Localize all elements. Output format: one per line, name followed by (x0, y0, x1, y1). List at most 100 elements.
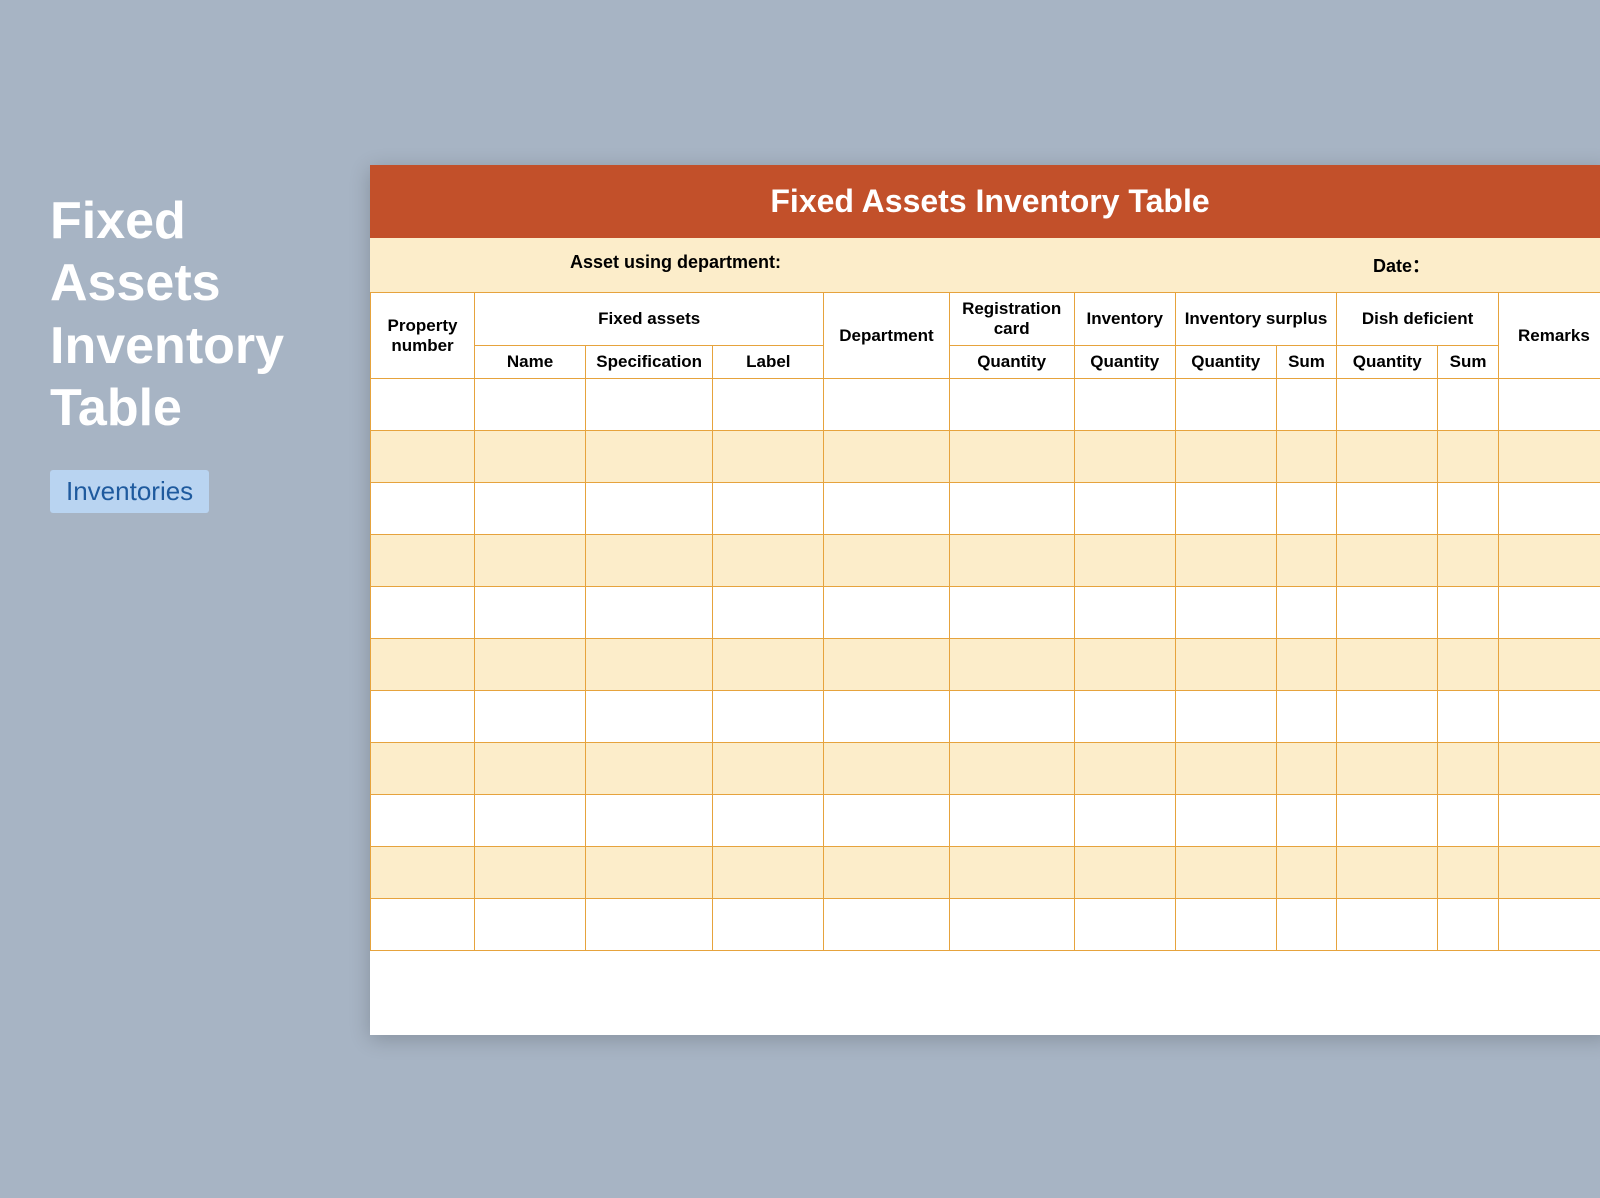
table-cell[interactable] (949, 795, 1074, 847)
table-cell[interactable] (713, 899, 824, 951)
table-cell[interactable] (1276, 795, 1337, 847)
table-cell[interactable] (824, 743, 949, 795)
table-cell[interactable] (713, 847, 824, 899)
table-cell[interactable] (824, 431, 949, 483)
table-cell[interactable] (586, 483, 713, 535)
table-cell[interactable] (1498, 795, 1600, 847)
table-cell[interactable] (586, 535, 713, 587)
table-cell[interactable] (1438, 691, 1499, 743)
table-row[interactable] (371, 483, 1600, 535)
table-cell[interactable] (1175, 691, 1276, 743)
table-cell[interactable] (475, 847, 586, 899)
table-row[interactable] (371, 535, 1600, 587)
table-cell[interactable] (949, 379, 1074, 431)
table-cell[interactable] (586, 847, 713, 899)
table-row[interactable] (371, 691, 1600, 743)
table-cell[interactable] (1276, 587, 1337, 639)
table-cell[interactable] (1074, 691, 1175, 743)
table-cell[interactable] (1498, 639, 1600, 691)
table-cell[interactable] (371, 431, 475, 483)
table-cell[interactable] (713, 587, 824, 639)
table-cell[interactable] (586, 691, 713, 743)
table-cell[interactable] (475, 483, 586, 535)
table-cell[interactable] (1337, 899, 1438, 951)
table-cell[interactable] (1276, 535, 1337, 587)
table-row[interactable] (371, 899, 1600, 951)
table-cell[interactable] (1276, 899, 1337, 951)
table-cell[interactable] (949, 431, 1074, 483)
table-cell[interactable] (1175, 743, 1276, 795)
table-cell[interactable] (586, 795, 713, 847)
table-cell[interactable] (1498, 379, 1600, 431)
table-cell[interactable] (1276, 691, 1337, 743)
table-cell[interactable] (586, 899, 713, 951)
table-cell[interactable] (824, 899, 949, 951)
table-cell[interactable] (475, 743, 586, 795)
table-cell[interactable] (949, 743, 1074, 795)
table-cell[interactable] (475, 795, 586, 847)
sidebar-tag[interactable]: Inventories (50, 470, 209, 513)
table-cell[interactable] (371, 795, 475, 847)
table-cell[interactable] (475, 639, 586, 691)
table-cell[interactable] (371, 847, 475, 899)
table-cell[interactable] (1074, 743, 1175, 795)
table-cell[interactable] (713, 691, 824, 743)
table-cell[interactable] (1498, 587, 1600, 639)
table-cell[interactable] (824, 535, 949, 587)
table-cell[interactable] (371, 483, 475, 535)
table-cell[interactable] (1337, 847, 1438, 899)
table-row[interactable] (371, 795, 1600, 847)
table-cell[interactable] (1337, 483, 1438, 535)
table-row[interactable] (371, 639, 1600, 691)
table-cell[interactable] (1074, 847, 1175, 899)
table-cell[interactable] (949, 847, 1074, 899)
table-cell[interactable] (1175, 899, 1276, 951)
table-cell[interactable] (1074, 639, 1175, 691)
table-cell[interactable] (1438, 795, 1499, 847)
table-cell[interactable] (824, 379, 949, 431)
table-cell[interactable] (1175, 587, 1276, 639)
table-cell[interactable] (475, 899, 586, 951)
table-cell[interactable] (1498, 483, 1600, 535)
table-cell[interactable] (475, 431, 586, 483)
table-cell[interactable] (1337, 535, 1438, 587)
table-cell[interactable] (1438, 483, 1499, 535)
table-cell[interactable] (1276, 847, 1337, 899)
table-cell[interactable] (1276, 379, 1337, 431)
table-cell[interactable] (586, 587, 713, 639)
table-cell[interactable] (1337, 379, 1438, 431)
table-cell[interactable] (371, 379, 475, 431)
table-cell[interactable] (949, 535, 1074, 587)
table-row[interactable] (371, 379, 1600, 431)
table-cell[interactable] (1276, 743, 1337, 795)
table-cell[interactable] (1175, 483, 1276, 535)
table-cell[interactable] (949, 691, 1074, 743)
table-cell[interactable] (1175, 535, 1276, 587)
table-cell[interactable] (824, 639, 949, 691)
table-cell[interactable] (1074, 899, 1175, 951)
table-cell[interactable] (1438, 639, 1499, 691)
table-cell[interactable] (1438, 379, 1499, 431)
table-cell[interactable] (1276, 483, 1337, 535)
table-cell[interactable] (586, 639, 713, 691)
table-cell[interactable] (1074, 483, 1175, 535)
table-cell[interactable] (949, 899, 1074, 951)
table-cell[interactable] (713, 431, 824, 483)
table-cell[interactable] (475, 379, 586, 431)
table-cell[interactable] (713, 379, 824, 431)
table-cell[interactable] (713, 639, 824, 691)
table-cell[interactable] (371, 691, 475, 743)
table-cell[interactable] (1175, 847, 1276, 899)
table-cell[interactable] (371, 639, 475, 691)
table-cell[interactable] (949, 587, 1074, 639)
table-cell[interactable] (1498, 431, 1600, 483)
table-cell[interactable] (1498, 743, 1600, 795)
table-cell[interactable] (1175, 795, 1276, 847)
table-cell[interactable] (1438, 431, 1499, 483)
table-cell[interactable] (824, 795, 949, 847)
table-cell[interactable] (1074, 587, 1175, 639)
table-cell[interactable] (1337, 691, 1438, 743)
table-cell[interactable] (1438, 847, 1499, 899)
table-cell[interactable] (713, 483, 824, 535)
table-cell[interactable] (475, 691, 586, 743)
